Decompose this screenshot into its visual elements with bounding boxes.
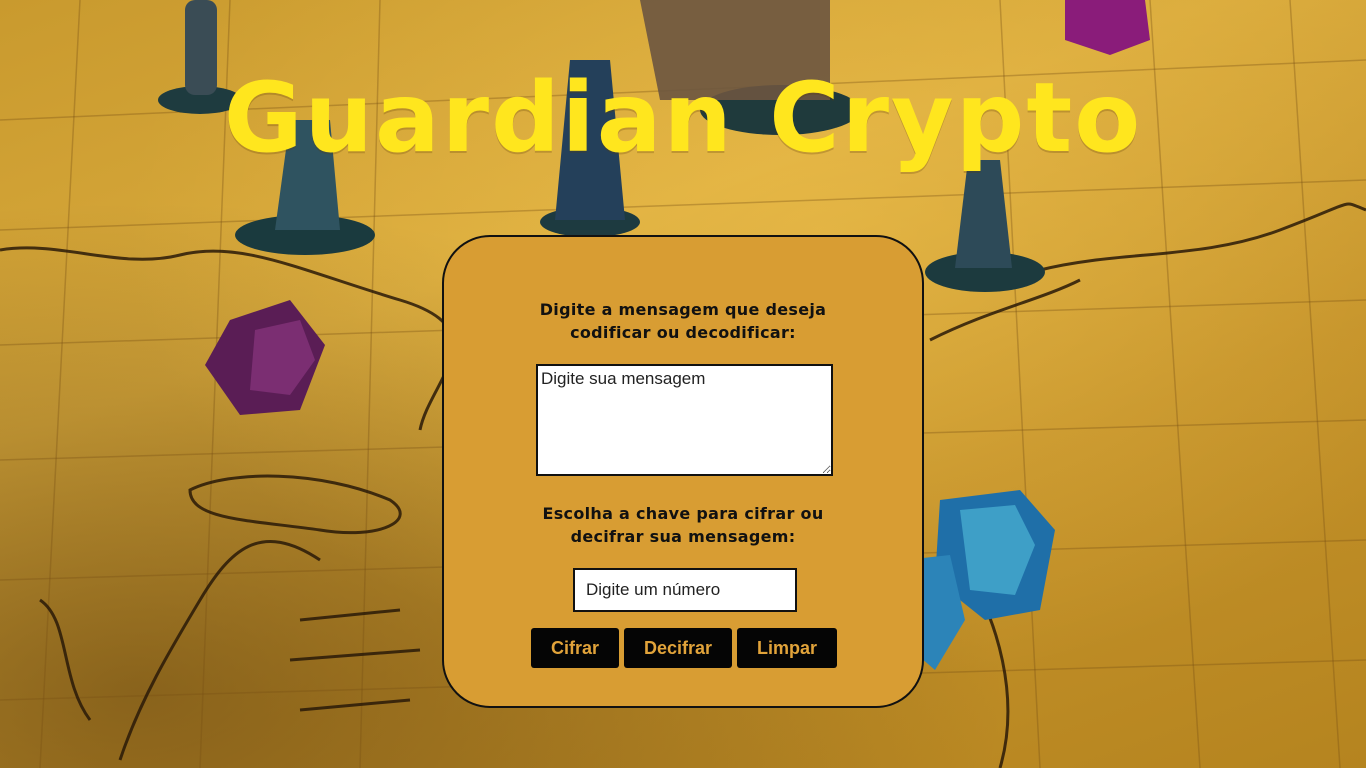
encrypt-button[interactable]: Cifrar <box>531 628 619 668</box>
message-input[interactable] <box>536 364 833 476</box>
message-label-line1: Digite a mensagem que deseja <box>539 300 827 319</box>
message-label: Digite a mensagem que deseja codificar o… <box>444 298 922 344</box>
cipher-panel: Digite a mensagem que deseja codificar o… <box>442 235 924 708</box>
clear-button[interactable]: Limpar <box>737 628 837 668</box>
key-label-line1: Escolha a chave para cifrar ou <box>542 504 824 523</box>
key-label-line2: decifrar sua mensagem: <box>570 527 796 546</box>
app-title: Guardian Crypto <box>223 62 1143 174</box>
key-input[interactable] <box>573 568 797 612</box>
message-label-line2: codificar ou decodificar: <box>570 323 796 342</box>
decrypt-button[interactable]: Decifrar <box>624 628 732 668</box>
key-label: Escolha a chave para cifrar ou decifrar … <box>444 502 922 548</box>
